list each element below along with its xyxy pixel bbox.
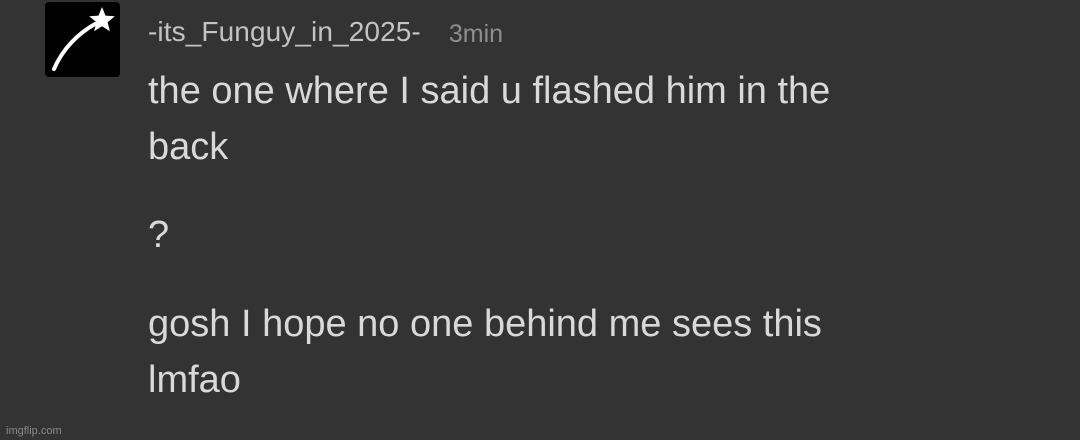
message-text: gosh I hope no one behind me sees this l… (148, 303, 822, 401)
message-text: ? (148, 214, 170, 256)
watermark: imgflip.com (6, 425, 62, 437)
timestamp: 3min (448, 19, 504, 48)
avatar[interactable] (45, 2, 120, 77)
comment-header: -its_Funguy_in_2025- 3min (148, 12, 503, 52)
message-text: the one where I said u flashed him in th… (148, 70, 831, 168)
shooting-star-icon (52, 7, 115, 71)
username[interactable]: -its_Funguy_in_2025- (148, 16, 421, 48)
